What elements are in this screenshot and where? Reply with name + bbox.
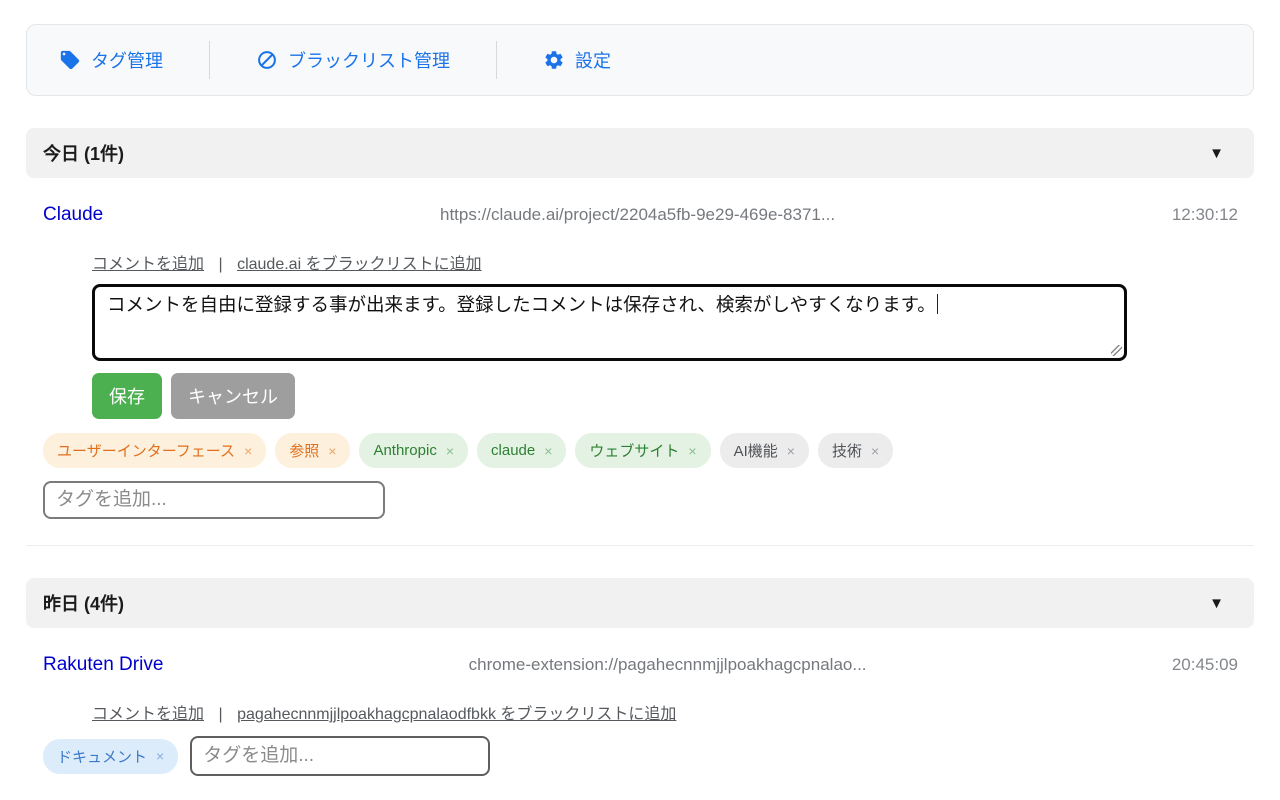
toolbar-divider	[209, 41, 210, 79]
cancel-button[interactable]: キャンセル	[171, 373, 295, 419]
toolbar-divider	[496, 41, 497, 79]
tag-icon	[59, 49, 81, 71]
tag-pill: ユーザーインターフェース ×	[43, 433, 266, 468]
collapse-arrow-icon[interactable]: ▼	[1209, 595, 1224, 612]
add-comment-link[interactable]: コメントを追加	[92, 256, 204, 273]
tag-pill: Anthropic ×	[359, 433, 468, 468]
section-header-yesterday[interactable]: 昨日 (4件) ▼	[26, 578, 1254, 628]
blacklist-add-link[interactable]: claude.ai をブラックリストに追加	[237, 256, 482, 273]
tag-add-input[interactable]	[43, 481, 385, 519]
tag-pill: 参照 ×	[275, 433, 350, 468]
tag-label: AI機能	[734, 440, 778, 461]
entry-header-row: Rakuten Drive chrome-extension://pagahec…	[43, 654, 1238, 676]
tag-pill: ドキュメント ×	[43, 739, 178, 774]
tag-pill: AI機能 ×	[720, 433, 809, 468]
tag-label: ユーザーインターフェース	[57, 440, 235, 461]
collapse-arrow-icon[interactable]: ▼	[1209, 145, 1224, 162]
history-entry-rakuten-drive: Rakuten Drive chrome-extension://pagahec…	[26, 628, 1254, 800]
comment-editor-buttons: 保存 キャンセル	[92, 373, 1238, 419]
extension-popup: タグ管理 ブラックリスト管理 設定 今日 (1件) ▼ Claude https…	[0, 0, 1280, 800]
tag-add-input[interactable]	[190, 736, 490, 776]
tag-remove-icon[interactable]: ×	[244, 443, 252, 459]
nav-settings[interactable]: 設定	[543, 47, 611, 73]
comment-textarea[interactable]: コメントを自由に登録する事が出来ます。登録したコメントは保存され、検索がしやすく…	[92, 284, 1127, 361]
comment-text: コメントを自由に登録する事が出来ます。登録したコメントは保存され、検索がしやすく…	[107, 294, 936, 315]
tag-label: Anthropic	[373, 442, 436, 459]
entry-title-link[interactable]: Claude	[43, 204, 103, 226]
tag-label: 参照	[289, 440, 319, 461]
section-header-today[interactable]: 今日 (1件) ▼	[26, 128, 1254, 178]
add-comment-link[interactable]: コメントを追加	[92, 706, 204, 723]
entry-time: 12:30:12	[1172, 205, 1238, 225]
tag-remove-icon[interactable]: ×	[446, 443, 454, 459]
entry-url: https://claude.ai/project/2204a5fb-9e29-…	[103, 205, 1172, 225]
section-title: 今日 (1件)	[43, 140, 124, 166]
section-title: 昨日 (4件)	[43, 590, 124, 616]
nav-tag-management[interactable]: タグ管理	[59, 47, 163, 73]
tag-pill: claude ×	[477, 433, 566, 468]
gear-icon	[543, 49, 565, 71]
tag-list: ユーザーインターフェース × 参照 × Anthropic × claude ×…	[43, 433, 1238, 468]
save-button[interactable]: 保存	[92, 373, 162, 419]
top-toolbar: タグ管理 ブラックリスト管理 設定	[26, 24, 1254, 96]
tag-list: ドキュメント ×	[43, 736, 1238, 776]
block-icon	[256, 49, 278, 71]
blacklist-add-link[interactable]: pagahecnnmjjlpoakhagcpnalaodfbkk をブラックリス…	[237, 706, 676, 723]
tag-label: ウェブサイト	[589, 440, 679, 461]
entry-time: 20:45:09	[1172, 655, 1238, 675]
nav-settings-label: 設定	[575, 47, 611, 73]
nav-blacklist-management[interactable]: ブラックリスト管理	[256, 47, 450, 73]
tag-label: claude	[491, 442, 535, 459]
entry-title-link[interactable]: Rakuten Drive	[43, 654, 163, 676]
tag-remove-icon[interactable]: ×	[871, 443, 879, 459]
tag-remove-icon[interactable]: ×	[544, 443, 552, 459]
tag-pill: 技術 ×	[818, 433, 893, 468]
entry-actions-row: コメントを追加 | claude.ai をブラックリストに追加	[92, 250, 1238, 274]
action-separator: |	[218, 256, 222, 273]
resize-handle[interactable]	[1111, 345, 1122, 356]
tag-remove-icon[interactable]: ×	[688, 443, 696, 459]
tag-label: ドキュメント	[57, 746, 147, 767]
tag-label: 技術	[832, 440, 862, 461]
action-separator: |	[218, 706, 222, 723]
entry-actions-row: コメントを追加 | pagahecnnmjjlpoakhagcpnalaodfb…	[92, 700, 1238, 724]
tag-remove-icon[interactable]: ×	[156, 748, 164, 764]
entry-header-row: Claude https://claude.ai/project/2204a5f…	[43, 204, 1238, 226]
tag-remove-icon[interactable]: ×	[787, 443, 795, 459]
history-entry-claude: Claude https://claude.ai/project/2204a5f…	[26, 178, 1254, 546]
nav-blacklist-management-label: ブラックリスト管理	[288, 47, 450, 73]
entry-url: chrome-extension://pagahecnnmjjlpoakhagc…	[163, 655, 1171, 675]
tag-remove-icon[interactable]: ×	[328, 443, 336, 459]
tag-pill: ウェブサイト ×	[575, 433, 710, 468]
nav-tag-management-label: タグ管理	[91, 47, 163, 73]
text-caret	[937, 294, 939, 314]
